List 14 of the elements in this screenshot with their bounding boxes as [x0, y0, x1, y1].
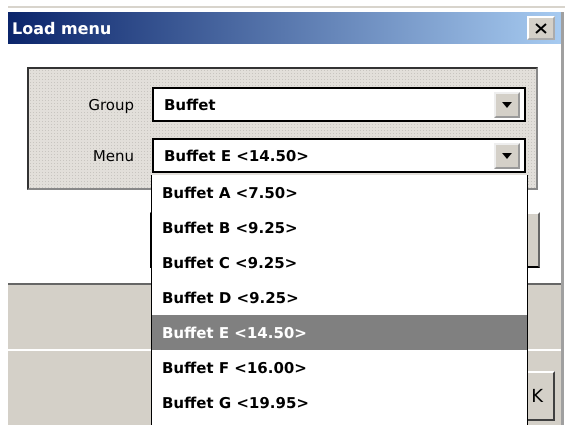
dropdown-option[interactable]: Buffet F <16.00> [152, 350, 527, 385]
dropdown-option[interactable]: Buffet G <19.95> [152, 385, 527, 420]
close-icon [535, 22, 547, 34]
dropdown-option[interactable]: Buffet D <9.25> [152, 280, 527, 315]
dropdown-option[interactable]: Buffet C <9.25> [152, 245, 527, 280]
field-label: Menu [92, 146, 134, 164]
field-label: Group [87, 96, 134, 114]
dropdown-option[interactable]: Buffet B <9.25> [152, 210, 527, 245]
close-button[interactable] [527, 16, 555, 40]
window-title: Load menu [12, 18, 112, 38]
dropdown-field[interactable]: Buffet [152, 87, 526, 122]
dropdown-option[interactable]: Buffet A <7.50> [152, 175, 527, 210]
dropdown-field[interactable]: Buffet E <14.50> [152, 138, 526, 173]
dropdown-option[interactable]: Buffet E <14.50> [152, 315, 527, 350]
